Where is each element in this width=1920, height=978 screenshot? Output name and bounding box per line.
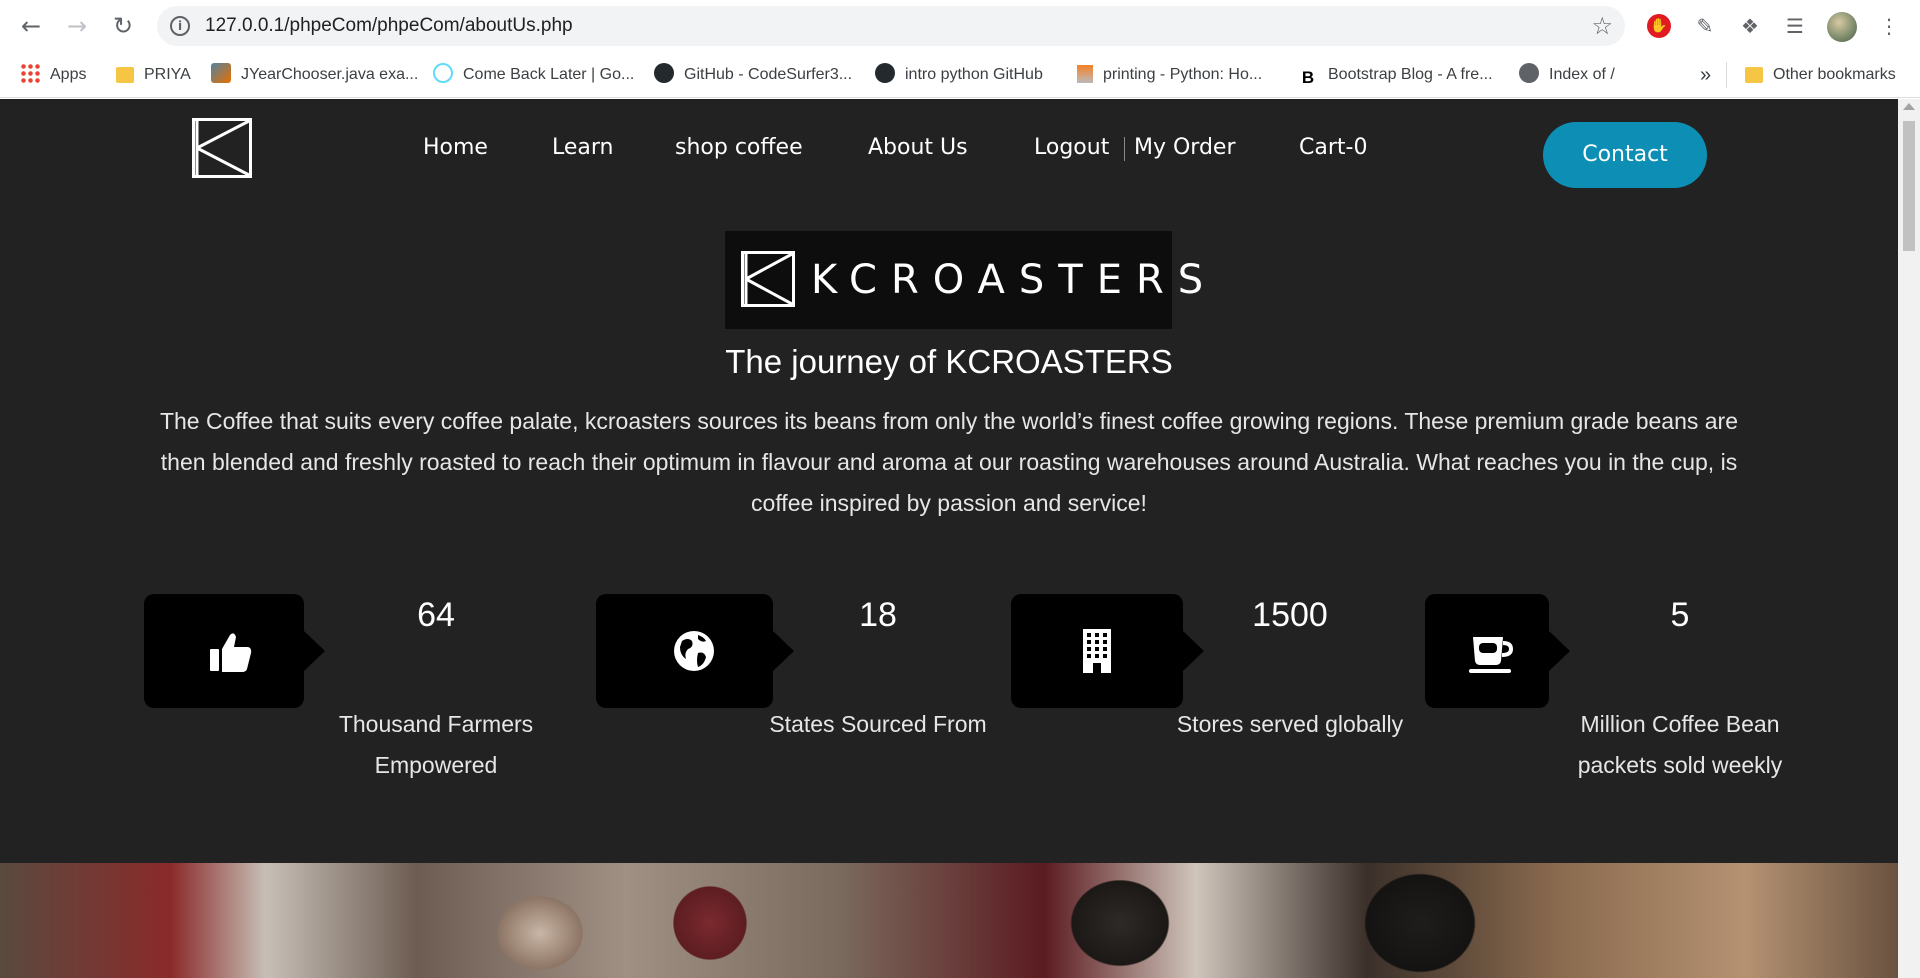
nav-about-us[interactable]: About Us: [868, 131, 968, 165]
stat-icon-box: [1011, 594, 1204, 708]
bootstrap-icon: B: [1301, 68, 1315, 87]
stat-value: 64: [417, 596, 455, 634]
bookmark-come-back-later[interactable]: Come Back Later | Go...: [433, 52, 634, 98]
stat-pointer: [304, 631, 325, 671]
folder-icon: [116, 67, 134, 83]
bookmarks-bar: Apps PRIYA JYearChooser.java exa... Come…: [0, 52, 1920, 98]
k-logo-icon: [195, 119, 250, 177]
nav-learn[interactable]: Learn: [552, 131, 614, 165]
puzzle-extensions-icon[interactable]: ❖: [1737, 13, 1763, 39]
stat-label: States Sourced From: [769, 711, 987, 737]
stat-value: 5: [1670, 596, 1690, 634]
bookmark-star-icon[interactable]: ☆: [1591, 12, 1613, 40]
bookmarks-divider: [1726, 62, 1727, 88]
adblock-extension-icon[interactable]: ✋: [1647, 14, 1671, 38]
nav-cart[interactable]: Cart-0: [1299, 131, 1367, 165]
profile-avatar[interactable]: [1827, 12, 1857, 42]
site-info-icon[interactable]: i: [170, 16, 190, 36]
stat-label: Stores served globally: [1176, 711, 1404, 737]
folder-icon: [1745, 67, 1763, 83]
address-bar[interactable]: i 127.0.0.1/phpeCom/phpeCom/aboutUs.php …: [157, 6, 1625, 46]
stat-icon-box: [596, 594, 794, 708]
page-scrollbar[interactable]: [1898, 99, 1920, 978]
bookmark-printing-python[interactable]: printing - Python: Ho...: [1077, 52, 1262, 98]
bookmark-apps[interactable]: Apps: [20, 52, 86, 98]
menu-kebab-icon[interactable]: ⋮: [1876, 13, 1902, 39]
nav-my-order[interactable]: My Order: [1134, 131, 1236, 165]
bookmark-github-codesurfer[interactable]: GitHub - CodeSurfer3...: [654, 52, 852, 98]
coffee-cup-icon: [1469, 637, 1513, 673]
k-logo-icon: [741, 251, 795, 307]
bookmark-intro-python[interactable]: intro python GitHub: [875, 52, 1043, 98]
nav-home[interactable]: Home: [423, 131, 488, 165]
intro-paragraph: The Coffee that suits every coffee palat…: [159, 408, 1739, 516]
react-icon: [433, 63, 453, 83]
reload-icon[interactable]: ↻: [108, 11, 138, 41]
bookmark-other-bookmarks[interactable]: Other bookmarks: [1745, 52, 1896, 98]
forward-icon[interactable]: →: [62, 11, 92, 41]
java-icon: [211, 63, 231, 83]
scroll-up-arrow-icon[interactable]: [1903, 103, 1915, 110]
color-picker-extension-icon[interactable]: ✎: [1692, 13, 1718, 39]
brand-banner: KCROASTERS: [725, 231, 1203, 329]
reading-list-icon[interactable]: ☰: [1782, 13, 1808, 39]
about-page: Home Learn shop coffee About Us Logout M…: [0, 99, 1898, 978]
stat-icon-box: [1425, 594, 1570, 708]
back-icon[interactable]: ←: [16, 11, 46, 41]
stat-label: Million Coffee Bean packets sold weekly: [1577, 711, 1783, 778]
thumbs-up-icon: [210, 633, 252, 672]
stat-pointer: [1183, 631, 1204, 671]
bookmark-bootstrap-blog[interactable]: B Bootstrap Blog - A fre...: [1298, 52, 1493, 98]
stat-label: Thousand Farmers Empowered: [338, 711, 534, 778]
stat-pointer: [1549, 631, 1570, 671]
bookmark-priya[interactable]: PRIYA: [116, 52, 191, 98]
bookmark-index-of[interactable]: Index of /: [1519, 52, 1615, 98]
globe-icon: [674, 631, 714, 671]
nav-separator: [1124, 137, 1125, 161]
github-icon: [654, 63, 674, 83]
building-icon: [1083, 629, 1111, 673]
scrollbar-thumb[interactable]: [1903, 121, 1915, 251]
nav-shop-coffee[interactable]: shop coffee: [675, 131, 803, 165]
stackoverflow-icon: [1077, 65, 1093, 83]
bookmark-jyearchooser[interactable]: JYearChooser.java exa...: [211, 52, 418, 98]
bookmarks-overflow-icon[interactable]: »: [1700, 52, 1711, 98]
stat-pointer: [773, 631, 794, 671]
stat-value: 18: [859, 596, 897, 634]
brand-name: KCROASTERS: [811, 257, 1218, 303]
stat-value: 1500: [1252, 596, 1328, 634]
stat-icon-box: [144, 594, 325, 708]
globe-icon: [1519, 63, 1539, 83]
cafe-photo: [0, 863, 1898, 978]
url-text[interactable]: 127.0.0.1/phpeCom/phpeCom/aboutUs.php: [205, 6, 573, 46]
browser-toolbar: ← → ↻ i 127.0.0.1/phpeCom/phpeCom/aboutU…: [0, 0, 1920, 52]
site-logo[interactable]: [192, 118, 252, 178]
contact-button[interactable]: Contact: [1543, 122, 1707, 188]
nav-logout[interactable]: Logout: [1034, 131, 1109, 165]
page-title: The journey of KCROASTERS: [725, 343, 1173, 380]
apps-grid-icon: [20, 63, 40, 83]
github-icon: [875, 63, 895, 83]
